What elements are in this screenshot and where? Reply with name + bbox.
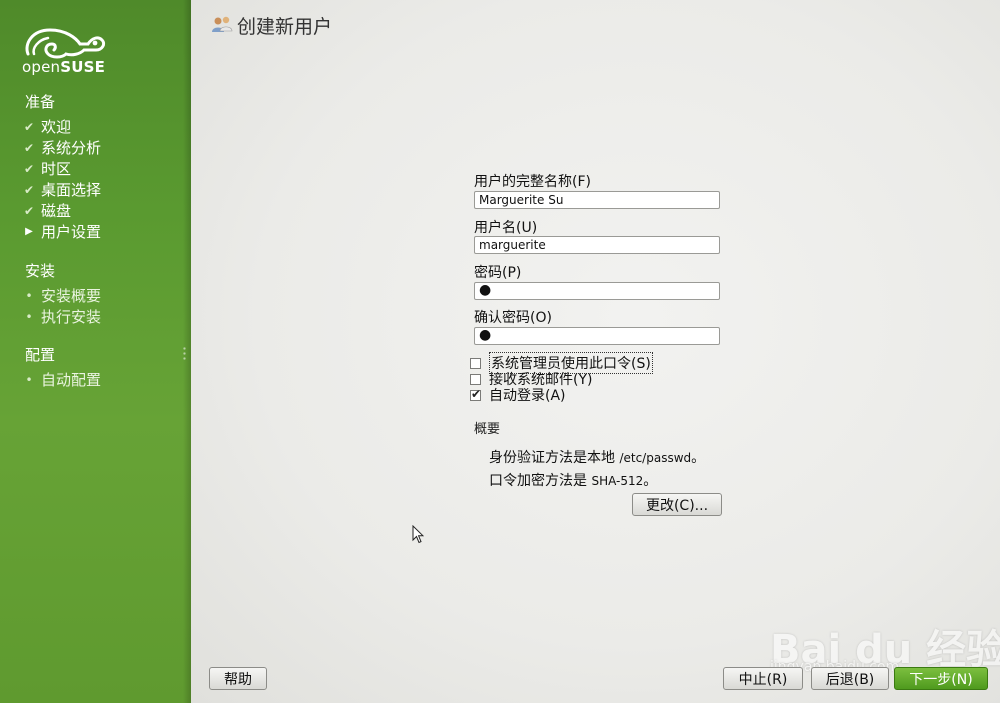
sidebar-item-system-analysis: ✔ 系统分析: [23, 139, 102, 157]
sidebar-item-perform-install: • 执行安装: [22, 306, 101, 327]
chameleon-icon: [25, 28, 106, 59]
check-icon: ✔: [23, 119, 35, 134]
sidebar-section-install: 安装: [25, 262, 56, 280]
users-icon: [212, 16, 233, 32]
password-label: 密码(P): [474, 265, 522, 281]
sidebar-item-auto-config: • 自动配置: [22, 369, 101, 390]
current-step-icon: ▶: [25, 226, 33, 237]
full-name-input[interactable]: [474, 191, 720, 209]
help-button[interactable]: 帮助: [209, 667, 267, 690]
change-button[interactable]: 更改(C)...: [632, 493, 722, 516]
back-button[interactable]: 后退(B): [811, 667, 889, 690]
check-icon: ✔: [23, 161, 35, 176]
page-title: 创建新用户: [237, 16, 333, 38]
confirm-password-input[interactable]: ●: [474, 327, 720, 345]
logo-wordmark: openSUSE: [22, 58, 106, 76]
receive-mail-checkbox[interactable]: [470, 373, 481, 385]
autologin-label: 自动登录(A): [489, 388, 566, 404]
bullet-icon: •: [25, 309, 33, 324]
check-icon: ✔: [23, 182, 35, 197]
sidebar-resize-handle[interactable]: [183, 346, 186, 362]
check-icon: ✔: [23, 140, 35, 155]
sidebar-item-timezone: ✔ 时区: [23, 160, 72, 178]
sidebar-item-disk: ✔ 磁盘: [23, 202, 72, 220]
mouse-pointer-icon: [412, 525, 424, 544]
autologin-checkbox-row[interactable]: 自动登录(A): [470, 385, 566, 405]
confirm-password-label: 确认密码(O): [474, 310, 552, 326]
username-input[interactable]: [474, 236, 720, 254]
autologin-checkbox[interactable]: [470, 387, 481, 401]
abort-button[interactable]: 中止(R): [723, 667, 803, 690]
sidebar-item-desktop-selection: ✔ 桌面选择: [23, 181, 102, 199]
main-panel: 创建新用户 用户的完整名称(F) 用户名(U) 密码(P) ● 确认密码(O) …: [191, 0, 1000, 703]
next-button[interactable]: 下一步(N): [894, 667, 988, 690]
username-label: 用户名(U): [474, 220, 538, 236]
sidebar-item-welcome: ✔ 欢迎: [23, 118, 72, 136]
admin-password-checkbox[interactable]: [470, 357, 481, 369]
sidebar: openSUSE 准备 ✔ 欢迎 ✔ 系统分析 ✔ 时区 ✔ 桌面选择 ✔ 磁盘…: [0, 0, 191, 703]
encryption-method-text: 口令加密方法是 SHA-512。: [489, 473, 658, 489]
auth-method-text: 身份验证方法是本地 /etc/passwd。: [489, 450, 706, 466]
sidebar-item-user-settings: ▶ 用户设置: [22, 221, 101, 242]
opensuse-logo: openSUSE: [22, 24, 106, 78]
password-input[interactable]: ●: [474, 282, 720, 300]
sidebar-section-configure: 配置: [25, 346, 56, 364]
check-icon: ✔: [23, 203, 35, 218]
full-name-label: 用户的完整名称(F): [474, 174, 591, 190]
sidebar-item-install-summary: • 安装概要: [22, 285, 101, 306]
sidebar-section-prepare: 准备: [25, 93, 56, 111]
summary-title: 概要: [474, 422, 501, 437]
bullet-icon: •: [25, 372, 33, 387]
bullet-icon: •: [25, 288, 33, 303]
